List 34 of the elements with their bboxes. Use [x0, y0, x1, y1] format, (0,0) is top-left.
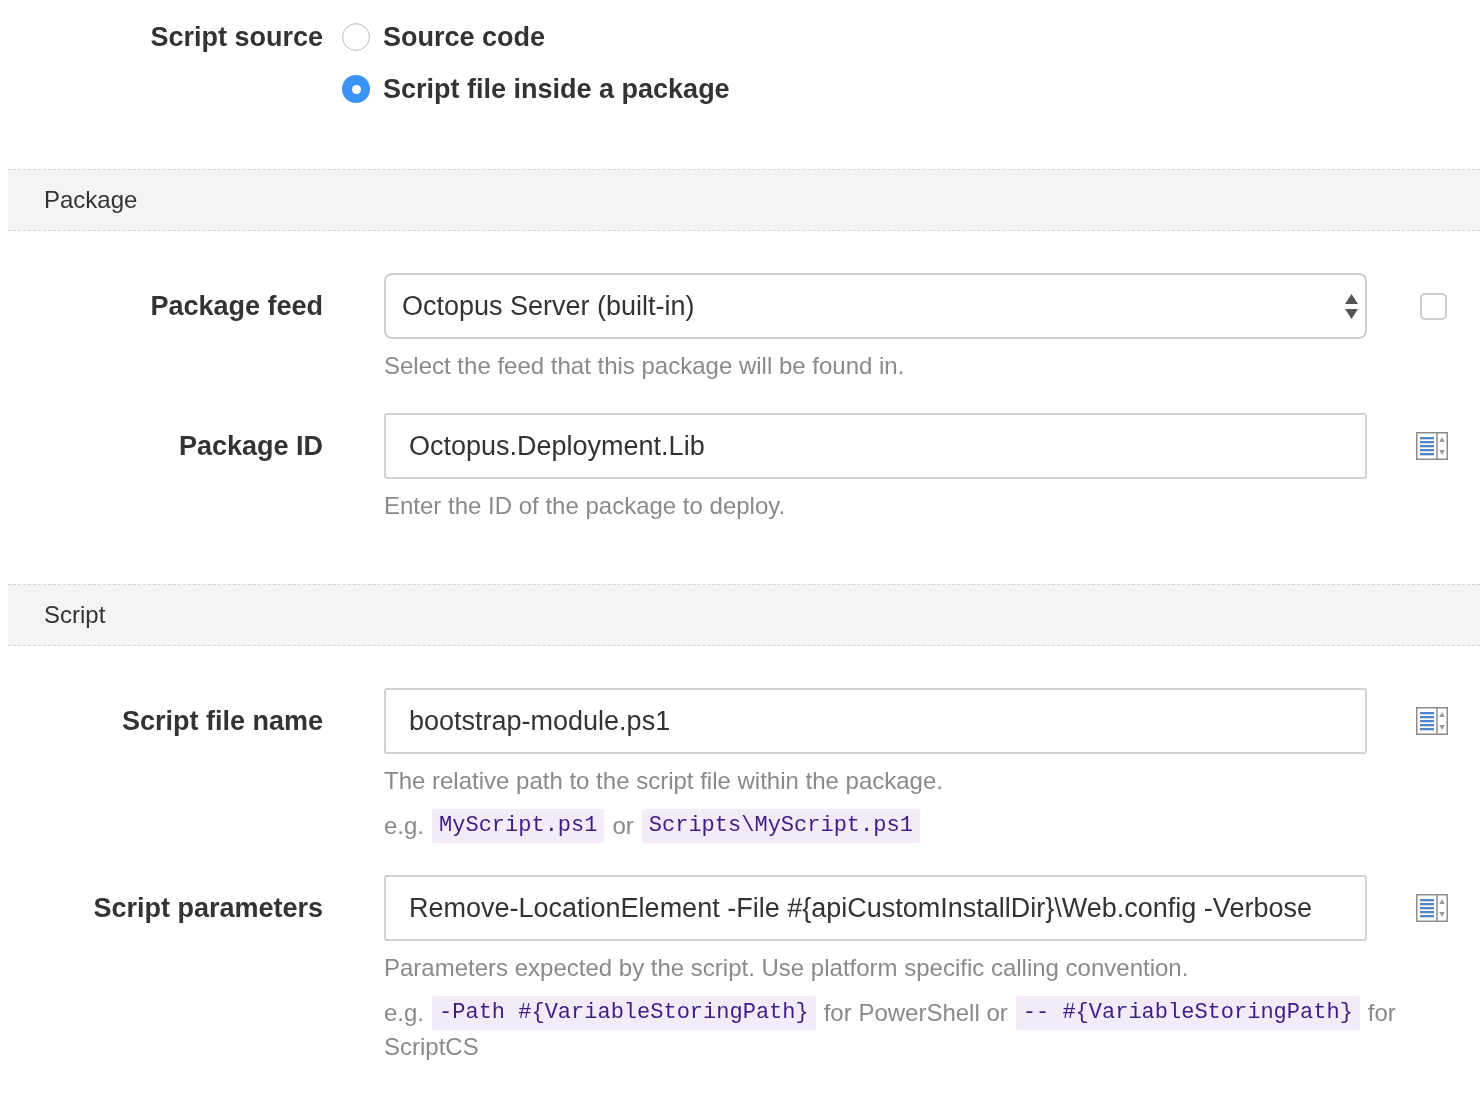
text-input[interactable]: Remove-LocationElement -File #{apiCustomInstallDir}\Web.config -Verbose — [384, 875, 1367, 941]
help-text: Parameters expected by the script. Use platform specific calling convention. — [384, 953, 1189, 983]
radio-button[interactable] — [342, 23, 370, 51]
option-label[interactable]: Source code — [383, 19, 546, 55]
code-snippet: MyScript.ps1 — [432, 809, 605, 843]
code-snippet: -- #{VariableStoringPath} — [1015, 996, 1360, 1030]
code-snippet: -Path #{VariableStoringPath} — [432, 996, 816, 1030]
code-snippet: Scripts\MyScript.ps1 — [641, 809, 920, 843]
section-title: Package — [44, 185, 138, 215]
field-label: Script file name — [121, 704, 323, 738]
field-label: Package feed — [150, 289, 323, 323]
field-label: Package ID — [178, 429, 323, 463]
up-down-caret-icon — [1345, 293, 1358, 319]
field-label: Script source — [150, 21, 323, 54]
radio-button[interactable] — [342, 75, 370, 103]
example-text: e.g. — [384, 811, 425, 841]
dropdown-select[interactable]: Octopus Server (built-in) — [384, 273, 1367, 339]
section-title: Script — [44, 600, 106, 630]
list-icon[interactable] — [1416, 432, 1448, 460]
text-input[interactable]: bootstrap-module.ps1 — [384, 688, 1367, 754]
list-icon[interactable] — [1416, 707, 1448, 735]
field-label: Script parameters — [93, 891, 323, 925]
text-input[interactable]: Octopus.Deployment.Lib — [384, 413, 1367, 479]
example-text: e.g. — [384, 998, 425, 1028]
help-text: Select the feed that this package will be found in. — [384, 351, 905, 381]
example-text: for PowerShell or — [823, 998, 1008, 1028]
example-text: or — [612, 811, 634, 841]
help-text: Enter the ID of the package to deploy. — [384, 491, 786, 521]
checkbox[interactable] — [1420, 292, 1447, 320]
example-text: for — [1367, 998, 1396, 1028]
list-icon[interactable] — [1416, 894, 1448, 922]
example-text: ScriptCS — [384, 1032, 479, 1062]
help-text: The relative path to the script file within the package. — [384, 766, 943, 796]
option-label[interactable]: Script file inside a package — [383, 71, 730, 107]
